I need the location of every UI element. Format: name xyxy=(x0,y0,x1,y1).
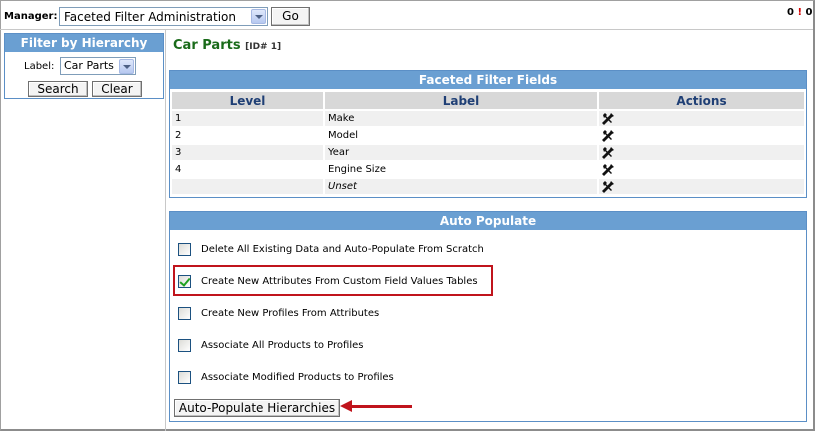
table-row: 4 Engine Size xyxy=(172,162,804,177)
level-cell: 1 xyxy=(172,111,323,126)
auto-populate-panel: Auto Populate Delete All Existing Data a… xyxy=(169,211,807,422)
actions-cell xyxy=(599,145,804,160)
warning-icon[interactable]: ! xyxy=(797,7,802,18)
page-title: Car Parts [ID# 1] xyxy=(173,38,281,53)
manager-label: Manager: xyxy=(4,11,58,22)
label-select[interactable]: Car Parts xyxy=(60,57,136,75)
option-label: Associate All Products to Profiles xyxy=(201,340,364,351)
label-cell: Engine Size xyxy=(325,162,597,177)
tools-icon[interactable] xyxy=(602,163,614,176)
actions-cell xyxy=(599,179,804,194)
checkbox[interactable] xyxy=(178,243,191,256)
label-cell: Make xyxy=(325,111,597,126)
fields-table: Level Label Actions 1 Make 2 Model 3 Yea… xyxy=(170,90,806,196)
fields-panel-title: Faceted Filter Fields xyxy=(170,71,806,89)
annotation-arrow-line xyxy=(350,405,412,408)
label-cell: Model xyxy=(325,128,597,143)
tools-icon[interactable] xyxy=(602,146,614,159)
column-header-level: Level xyxy=(172,92,323,109)
clear-button[interactable]: Clear xyxy=(92,81,142,97)
table-row: Unset xyxy=(172,179,804,194)
option-label: Associate Modified Products to Profiles xyxy=(201,372,394,383)
actions-cell xyxy=(599,128,804,143)
status-indicators: 0 ! 0 xyxy=(787,7,812,18)
option-label: Create New Profiles From Attributes xyxy=(201,308,380,319)
filter-panel-title: Filter by Hierarchy xyxy=(5,34,163,52)
checkbox[interactable] xyxy=(178,339,191,352)
level-cell: 4 xyxy=(172,162,323,177)
label-cell: Unset xyxy=(325,179,597,194)
page-id: [ID# 1] xyxy=(245,42,282,52)
tools-icon[interactable] xyxy=(602,180,614,193)
label-cell: Year xyxy=(325,145,597,160)
manager-bar: Manager: Faceted Filter Administration G… xyxy=(0,0,813,30)
auto-populate-button[interactable]: Auto-Populate Hierarchies xyxy=(174,399,340,417)
filter-by-hierarchy-panel: Filter by Hierarchy Label: Car Parts Sea… xyxy=(4,33,164,99)
tools-icon[interactable] xyxy=(602,129,614,142)
manager-select[interactable]: Faceted Filter Administration xyxy=(59,7,268,26)
manager-select-value: Faceted Filter Administration xyxy=(64,10,236,24)
column-header-actions: Actions xyxy=(599,92,804,109)
go-button[interactable]: Go xyxy=(271,7,310,26)
label-select-value: Car Parts xyxy=(64,59,114,72)
faceted-filter-fields-panel: Faceted Filter Fields Level Label Action… xyxy=(169,70,807,198)
auto-panel-title: Auto Populate xyxy=(170,212,806,230)
column-header-label: Label xyxy=(325,92,597,109)
label-field-label: Label: xyxy=(24,61,55,72)
tools-icon[interactable] xyxy=(602,112,614,125)
highlight-annotation xyxy=(173,265,493,296)
chevron-down-icon[interactable] xyxy=(119,59,134,74)
table-row: 3 Year xyxy=(172,145,804,160)
status-count-left: 0 xyxy=(787,7,794,18)
arrow-left-icon xyxy=(340,400,352,412)
status-count-right: 0 xyxy=(805,7,813,18)
level-cell: 3 xyxy=(172,145,323,160)
actions-cell xyxy=(599,162,804,177)
page-title-text: Car Parts xyxy=(173,38,241,53)
table-row: 1 Make xyxy=(172,111,804,126)
level-cell xyxy=(172,179,323,194)
checkbox[interactable] xyxy=(178,307,191,320)
actions-cell xyxy=(599,111,804,126)
level-cell: 2 xyxy=(172,128,323,143)
checkbox[interactable] xyxy=(178,371,191,384)
divider xyxy=(165,30,166,431)
table-row: 2 Model xyxy=(172,128,804,143)
chevron-down-icon[interactable] xyxy=(251,9,266,24)
option-label: Delete All Existing Data and Auto-Popula… xyxy=(201,244,484,255)
search-button[interactable]: Search xyxy=(28,81,88,97)
